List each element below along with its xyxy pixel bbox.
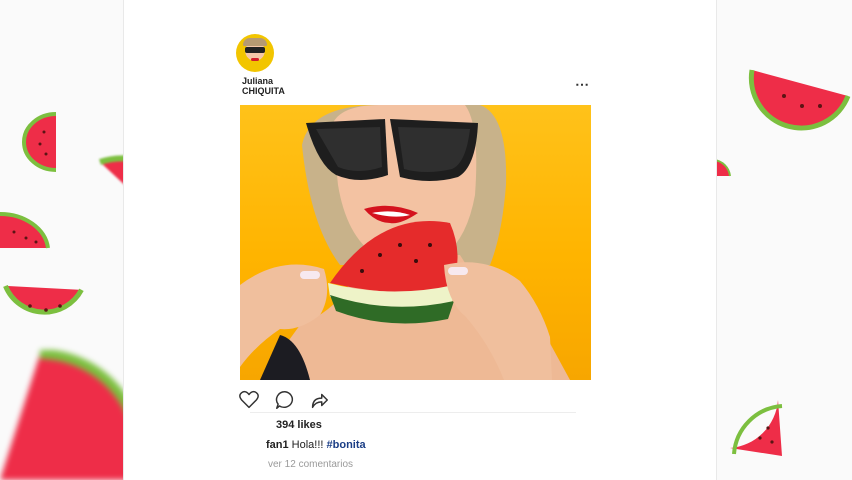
comment-user[interactable]: fan1 bbox=[266, 439, 289, 451]
username-first[interactable]: Juliana bbox=[242, 76, 273, 86]
likes-count[interactable]: 394 likes bbox=[276, 419, 322, 431]
watermelon-decoration bbox=[730, 400, 783, 456]
comment-hashtag[interactable]: #bonita bbox=[327, 439, 366, 451]
watermelon-decoration bbox=[3, 284, 84, 315]
share-icon[interactable] bbox=[308, 389, 330, 411]
avatar-hair bbox=[243, 38, 267, 46]
avatar[interactable] bbox=[236, 34, 274, 72]
post-photo[interactable] bbox=[240, 105, 591, 380]
divider bbox=[250, 412, 576, 413]
comment: fan1 Hola!!! #bonita bbox=[266, 439, 366, 451]
watermelon-decoration bbox=[0, 211, 50, 249]
post-photo-illustration bbox=[240, 105, 570, 380]
watermelon-decoration bbox=[22, 112, 57, 172]
watermelon-decoration bbox=[714, 159, 731, 177]
more-options-icon[interactable]: ⋯ bbox=[575, 76, 590, 93]
view-comments-link[interactable]: ver 12 comentarios bbox=[268, 459, 353, 470]
comment-icon[interactable] bbox=[274, 389, 296, 411]
watermelon-decoration bbox=[0, 350, 140, 480]
avatar-mouth bbox=[251, 58, 259, 61]
avatar-glasses bbox=[245, 47, 265, 53]
username-last[interactable]: CHIQUITA bbox=[242, 86, 285, 96]
comment-text: Hola!!! bbox=[288, 439, 327, 451]
heart-icon[interactable] bbox=[238, 389, 260, 411]
watermelon-decoration bbox=[748, 69, 851, 131]
